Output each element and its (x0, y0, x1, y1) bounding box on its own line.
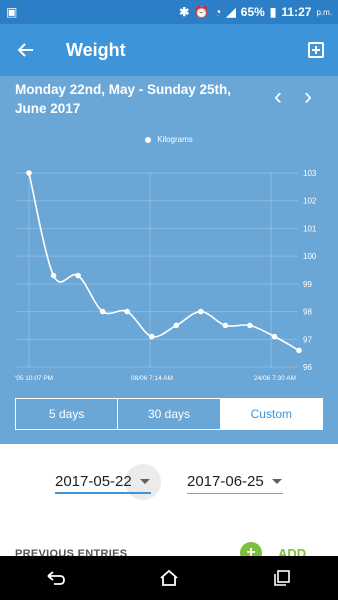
status-bar: ▣ ✱ ⏰ ◔ ◢ 65% ▮ 11:27 p.m. (0, 0, 338, 24)
battery-percent: 65% (240, 5, 265, 19)
nav-back-button[interactable] (36, 558, 76, 598)
y-tick-label: 102 (303, 197, 317, 206)
wifi-icon: ◔ (214, 5, 222, 19)
data-point (50, 272, 57, 279)
next-range-button[interactable]: › (296, 83, 320, 110)
arrow-left-icon (17, 43, 33, 57)
x-tick-label: 24/06 7:30 AM (254, 375, 296, 382)
weight-line-chart: 96 97 98 99 100 101 102 103 '05 10:07 PM 08/06 7:… (15, 169, 317, 382)
alarm-icon: ⏰ (194, 5, 210, 19)
previous-entries-title: PREVIOUS ENTRIES (15, 548, 128, 556)
nav-recents-button[interactable] (262, 558, 302, 598)
y-tick-label: 96 (303, 363, 312, 372)
battery-icon: ▮ (269, 5, 277, 19)
data-point (247, 322, 253, 329)
caret-down-icon (139, 478, 150, 484)
clock-ampm: p.m. (316, 7, 332, 17)
range-segmented-control: 5 days 30 days Custom (15, 398, 323, 430)
bluetooth-icon: ✱ (179, 5, 190, 19)
add-box-icon (308, 42, 324, 58)
data-point (198, 308, 204, 315)
chevron-right-icon: › (304, 83, 312, 110)
y-tick-label: 98 (303, 308, 312, 317)
y-tick-label: 103 (303, 169, 317, 178)
chart-panel: Monday 22nd, May - Sunday 25th, June 201… (0, 76, 338, 444)
caret-down-icon (271, 479, 282, 484)
data-point (173, 322, 180, 329)
data-point (99, 308, 106, 315)
y-tick-label: 97 (303, 335, 312, 344)
date-fields: 2017-05-22 2017-06-25 (0, 444, 338, 544)
y-tick-label: 100 (303, 252, 317, 261)
back-button[interactable] (0, 24, 52, 76)
recents-icon (273, 570, 290, 586)
legend-label: Kilograms (157, 135, 193, 144)
back-arrow-icon (47, 571, 66, 585)
data-point (26, 170, 32, 176)
data-point (296, 347, 302, 354)
date-range-label: Monday 22nd, May - Sunday 25th, June 201… (15, 82, 232, 116)
chevron-left-icon: ‹ (274, 83, 282, 110)
plus-icon: + (240, 542, 262, 556)
home-icon (160, 569, 178, 586)
x-tick-label: 08/06 7:14 AM (131, 375, 173, 382)
segment-5-days[interactable]: 5 days (16, 399, 119, 429)
image-icon: ▣ (6, 5, 18, 19)
y-tick-label: 99 (303, 280, 312, 289)
from-date-field[interactable]: 2017-05-22 (55, 470, 151, 494)
segment-30-days[interactable]: 30 days (118, 399, 221, 429)
series-line-kilograms (28, 172, 300, 352)
page-title: Weight (66, 39, 126, 60)
data-point (222, 322, 229, 329)
clock: 11:27 (281, 5, 312, 19)
app-bar: Weight (0, 24, 338, 76)
signal-icon: ◢ (226, 5, 236, 19)
add-entry-button[interactable] (294, 24, 338, 76)
to-date-field[interactable]: 2017-06-25 (187, 470, 283, 494)
legend-marker (145, 136, 152, 143)
data-point (124, 308, 130, 315)
x-tick-label: '05 10:07 PM (15, 375, 53, 382)
previous-range-button[interactable]: ‹ (266, 83, 290, 110)
data-point (148, 333, 155, 340)
data-point (75, 272, 81, 279)
previous-entries-header: PREVIOUS ENTRIES + ADD (0, 540, 338, 556)
from-date-value: 2017-05-22 (55, 472, 132, 490)
add-label: ADD (278, 545, 307, 557)
y-tick-label: 101 (303, 224, 317, 233)
add-button[interactable]: + ADD (240, 542, 306, 556)
nav-home-button[interactable] (149, 558, 189, 598)
to-date-value: 2017-06-25 (187, 473, 264, 490)
segment-custom[interactable]: Custom (220, 399, 322, 429)
system-nav-bar (0, 556, 338, 600)
data-point (271, 333, 278, 340)
chart-legend: Kilograms (0, 135, 338, 144)
